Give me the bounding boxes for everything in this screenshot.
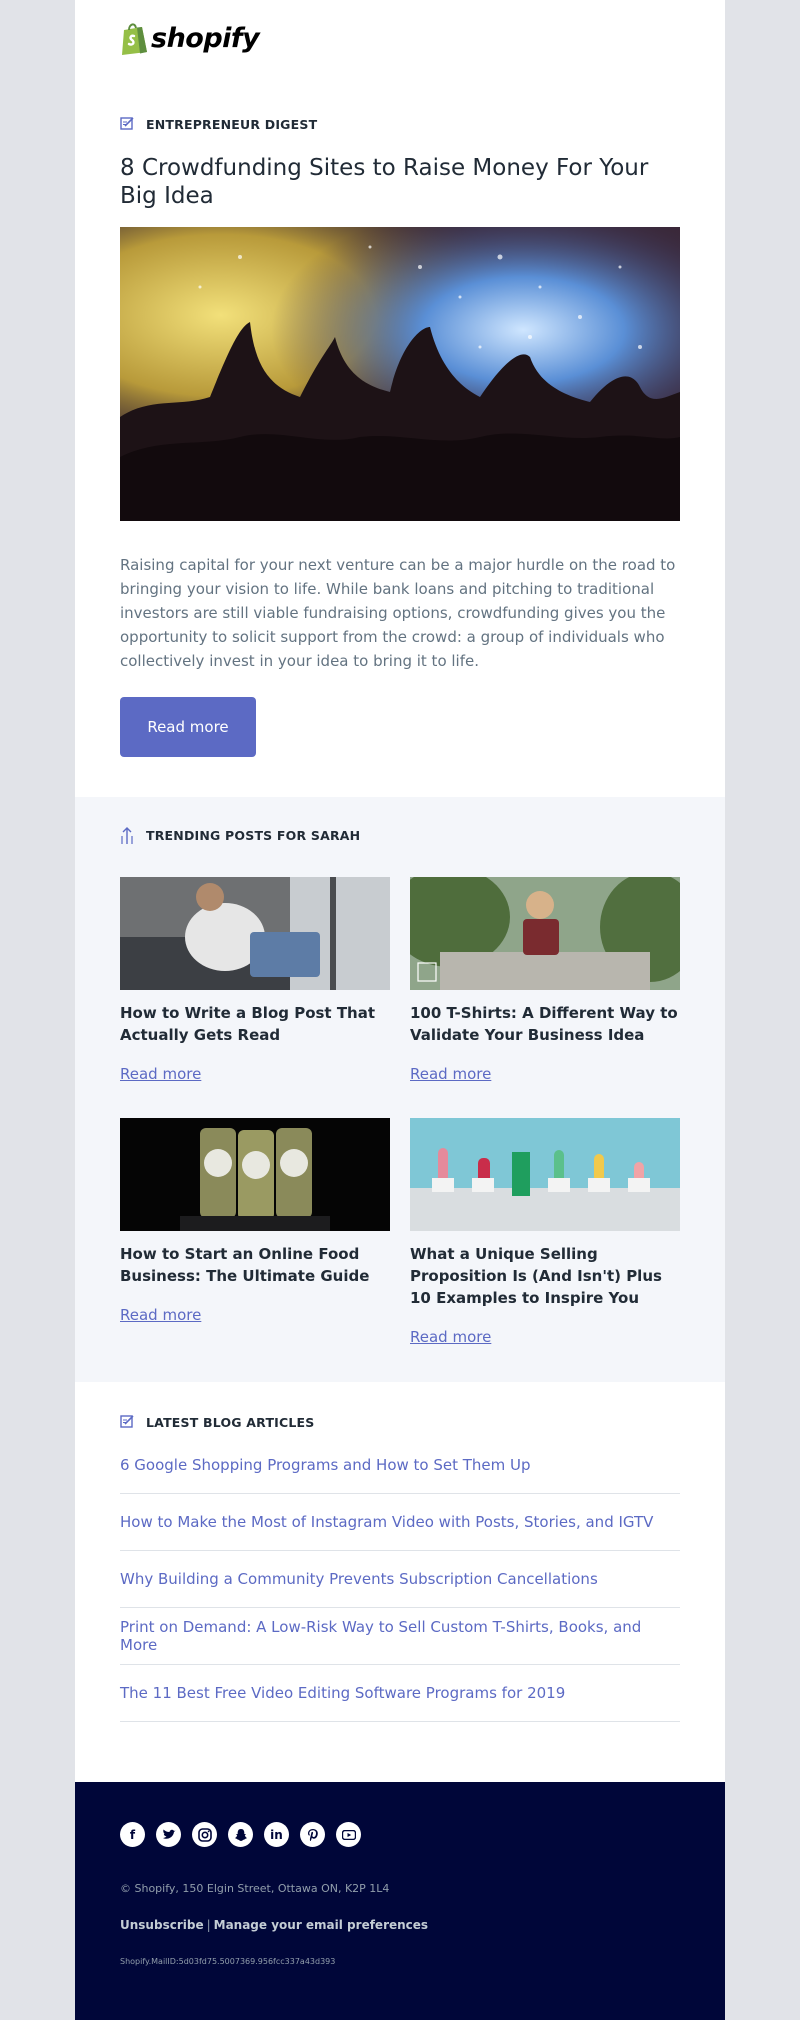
read-more-link[interactable]: Read more bbox=[410, 1328, 491, 1346]
latest-article-link[interactable]: Why Building a Community Prevents Subscr… bbox=[120, 1551, 680, 1608]
instagram-icon[interactable] bbox=[192, 1822, 217, 1847]
latest-article-link[interactable]: Print on Demand: A Low-Risk Way to Sell … bbox=[120, 1608, 680, 1665]
facebook-icon[interactable]: f bbox=[120, 1822, 145, 1847]
article-title[interactable]: 8 Crowdfunding Sites to Raise Money For … bbox=[120, 154, 680, 210]
trending-arrow-icon bbox=[120, 827, 136, 844]
concert-crowd-image[interactable] bbox=[120, 227, 680, 521]
latest-label-text: LATEST BLOG ARTICLES bbox=[146, 1414, 315, 1430]
tshirt-woman-image[interactable] bbox=[410, 877, 680, 990]
trending-label-text: TRENDING POSTS FOR SARAH bbox=[146, 827, 361, 843]
email-container: shopify ENTREPRENEUR DIGEST 8 Crowdfundi… bbox=[75, 0, 725, 2020]
latest-article-link[interactable]: 6 Google Shopping Programs and How to Se… bbox=[120, 1437, 680, 1494]
trending-post-card[interactable]: How to Start an Online Food Business: Th… bbox=[120, 1118, 390, 1324]
blog-writer-image[interactable] bbox=[120, 877, 390, 990]
read-more-link[interactable]: Read more bbox=[120, 1306, 201, 1324]
colorful-objects-image[interactable] bbox=[410, 1118, 680, 1231]
email-preferences-links: Unsubscribe | Manage your email preference… bbox=[120, 1918, 428, 1932]
trending-post-card[interactable]: What a Unique Selling Proposition Is (An… bbox=[410, 1118, 680, 1346]
trending-section-label: TRENDING POSTS FOR SARAH bbox=[120, 827, 361, 844]
read-more-link[interactable]: Read more bbox=[120, 1065, 201, 1083]
read-more-button[interactable]: Read more bbox=[120, 697, 256, 757]
company-address: © Shopify, 150 Elgin Street, Ottawa ON, … bbox=[120, 1882, 390, 1895]
latest-article-link[interactable]: The 11 Best Free Video Editing Software … bbox=[120, 1665, 680, 1722]
youtube-icon[interactable] bbox=[336, 1822, 361, 1847]
latest-article-link[interactable]: How to Make the Most of Instagram Video … bbox=[120, 1494, 680, 1551]
twitter-icon[interactable] bbox=[156, 1822, 181, 1847]
article-excerpt: Raising capital for your next venture ca… bbox=[120, 556, 676, 670]
brand-wordmark: shopify bbox=[151, 23, 260, 54]
trending-post-title[interactable]: How to Write a Blog Post That Actually G… bbox=[120, 1002, 390, 1046]
read-more-link[interactable]: Read more bbox=[410, 1065, 491, 1083]
unsubscribe-link[interactable]: Unsubscribe bbox=[120, 1918, 204, 1932]
shopify-logo[interactable]: shopify bbox=[120, 22, 260, 55]
mail-id: Shopify.MailID:5d03fd75.5007369.956fcc33… bbox=[120, 1957, 336, 1966]
pinterest-icon[interactable] bbox=[300, 1822, 325, 1847]
latest-section-label: LATEST BLOG ARTICLES bbox=[120, 1414, 315, 1430]
trending-post-card[interactable]: 100 T-Shirts: A Different Way to Validat… bbox=[410, 877, 680, 1083]
trending-post-card[interactable]: How to Write a Blog Post That Actually G… bbox=[120, 877, 390, 1083]
social-links: f in bbox=[120, 1822, 361, 1847]
digest-section-label: ENTREPRENEUR DIGEST bbox=[120, 116, 317, 132]
digest-label-text: ENTREPRENEUR DIGEST bbox=[146, 116, 318, 132]
linkedin-icon[interactable]: in bbox=[264, 1822, 289, 1847]
trending-post-title[interactable]: How to Start an Online Food Business: Th… bbox=[120, 1243, 390, 1287]
snapchat-icon[interactable] bbox=[228, 1822, 253, 1847]
pickle-jars-image[interactable] bbox=[120, 1118, 390, 1231]
edit-note-icon bbox=[120, 1414, 136, 1430]
trending-post-title[interactable]: 100 T-Shirts: A Different Way to Validat… bbox=[410, 1002, 680, 1046]
trending-section: TRENDING POSTS FOR SARAH How to Write a … bbox=[75, 797, 725, 1382]
manage-preferences-link[interactable]: Manage your email preferences bbox=[214, 1918, 428, 1932]
link-separator: | bbox=[206, 1918, 211, 1932]
edit-note-icon bbox=[120, 116, 136, 132]
latest-articles-list: 6 Google Shopping Programs and How to Se… bbox=[120, 1437, 680, 1722]
footer: f in © Shopify, 150 Elgin Street, Ottawa… bbox=[75, 1782, 725, 2020]
trending-post-title[interactable]: What a Unique Selling Proposition Is (An… bbox=[410, 1243, 680, 1309]
shopify-bag-icon bbox=[122, 23, 147, 55]
